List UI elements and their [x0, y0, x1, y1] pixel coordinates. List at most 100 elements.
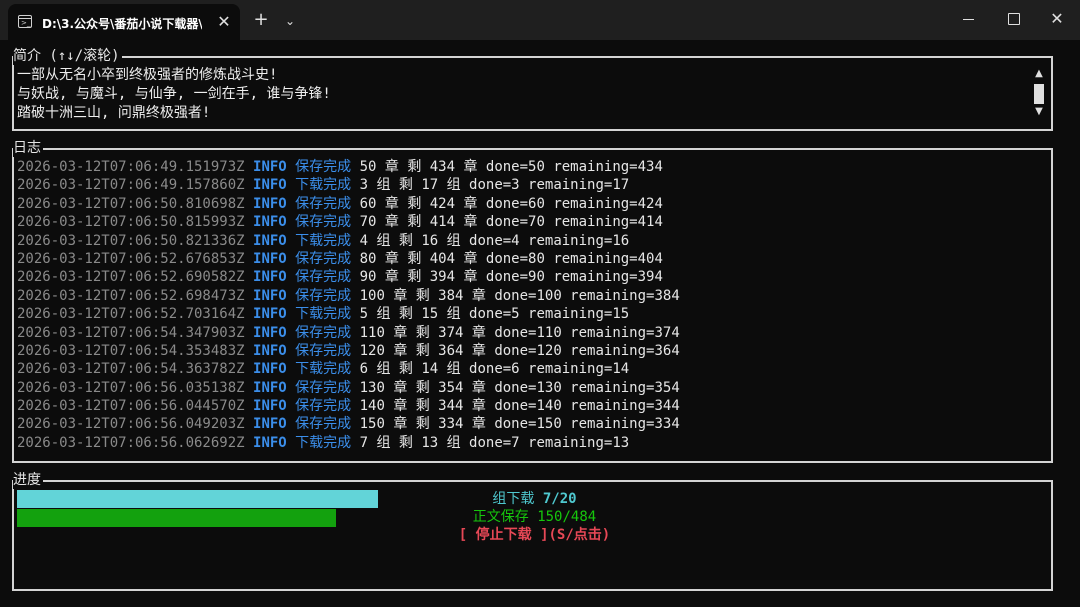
chapter-save-status: 正文保存 150/484 — [14, 508, 1055, 527]
log-message: 7 组 剩 13 组 done=7 remaining=13 — [359, 434, 630, 451]
log-message: 6 组 剩 14 组 done=6 remaining=14 — [359, 361, 630, 378]
log-message: 100 章 剩 384 章 done=100 remaining=384 — [359, 287, 680, 304]
log-message: 80 章 剩 404 章 done=80 remaining=404 — [359, 250, 663, 267]
log-event: 保存完成 — [295, 379, 352, 396]
log-entry: 2026-03-12T07:06:56.049203Z INFO 保存完成 15… — [17, 415, 1047, 433]
log-timestamp: 2026-03-12T07:06:49.151973Z — [17, 159, 245, 175]
log-panel: 日志 2026-03-12T07:06:49.151973Z INFO 保存完成… — [12, 139, 1053, 463]
log-timestamp: 2026-03-12T07:06:56.044570Z — [17, 398, 245, 415]
log-timestamp: 2026-03-12T07:06:50.810698Z — [17, 195, 245, 212]
log-message: 110 章 剩 374 章 done=110 remaining=374 — [359, 324, 680, 341]
log-entry: 2026-03-12T07:06:49.157860Z INFO 下载完成 3 … — [17, 176, 1047, 194]
intro-scrollbar[interactable]: ▲ ▼ — [1033, 68, 1045, 120]
title-bar: >_ D:\3.公众号\番茄小说下载器\ ✕ + ⌄ ✕ — [0, 0, 1080, 40]
log-level: INFO — [253, 250, 287, 267]
log-entry: 2026-03-12T07:06:52.690582Z INFO 保存完成 90… — [17, 268, 1047, 286]
log-message: 3 组 剩 17 组 done=3 remaining=17 — [359, 177, 630, 194]
log-level: INFO — [253, 416, 287, 433]
log-message: 5 组 剩 15 组 done=5 remaining=15 — [359, 306, 630, 323]
log-event: 下载完成 — [295, 232, 352, 249]
group-download-value: 7/20 — [542, 491, 577, 507]
tab-title: D:\3.公众号\番茄小说下载器\ — [42, 17, 202, 31]
log-event: 保存完成 — [295, 250, 352, 267]
log-timestamp: 2026-03-12T07:06:50.821336Z — [17, 232, 245, 249]
log-level: INFO — [253, 361, 287, 378]
terminal-icon: >_ — [18, 15, 32, 28]
log-level: INFO — [253, 434, 287, 451]
log-level: INFO — [253, 214, 287, 231]
log-entry: 2026-03-12T07:06:54.353483Z INFO 保存完成 12… — [17, 342, 1047, 360]
stop-download-button[interactable]: [ 停止下载 ](S/点击) — [14, 526, 1055, 545]
log-level: INFO — [253, 159, 287, 175]
log-message: 50 章 剩 434 章 done=50 remaining=434 — [359, 159, 663, 175]
log-event: 保存完成 — [295, 214, 352, 231]
maximize-button[interactable] — [990, 0, 1036, 38]
scrollbar-thumb[interactable] — [1034, 84, 1044, 104]
log-entry: 2026-03-12T07:06:49.151973Z INFO 保存完成 50… — [17, 158, 1047, 176]
scroll-up-icon[interactable]: ▲ — [1033, 68, 1045, 80]
log-timestamp: 2026-03-12T07:06:56.049203Z — [17, 416, 245, 433]
log-timestamp: 2026-03-12T07:06:49.157860Z — [17, 177, 245, 194]
intro-line: 一部从无名小卒到终极强者的修炼战斗史! — [17, 67, 278, 83]
log-entry: 2026-03-12T07:06:54.363782Z INFO 下载完成 6 … — [17, 360, 1047, 378]
log-timestamp: 2026-03-12T07:06:54.347903Z — [17, 324, 245, 341]
close-window-button[interactable]: ✕ — [1034, 0, 1080, 38]
log-timestamp: 2026-03-12T07:06:52.676853Z — [17, 250, 245, 267]
group-download-status: 组下载 7/20 — [14, 490, 1055, 509]
log-timestamp: 2026-03-12T07:06:56.062692Z — [17, 434, 245, 451]
terminal-tab[interactable]: >_ D:\3.公众号\番茄小说下载器\ ✕ — [8, 4, 240, 40]
log-level: INFO — [253, 342, 287, 359]
group-download-label: 组下载 — [492, 491, 535, 507]
log-level: INFO — [253, 379, 287, 396]
log-event: 保存完成 — [295, 342, 352, 359]
intro-text: 一部从无名小卒到终极强者的修炼战斗史! 与妖战, 与魔斗, 与仙争, 一剑在手,… — [17, 66, 1027, 123]
log-event: 下载完成 — [295, 361, 352, 378]
log-message: 150 章 剩 334 章 done=150 remaining=334 — [359, 416, 680, 433]
log-timestamp: 2026-03-12T07:06:50.815993Z — [17, 214, 245, 231]
log-message: 4 组 剩 16 组 done=4 remaining=16 — [359, 232, 630, 249]
log-event: 保存完成 — [295, 324, 352, 341]
close-tab-icon[interactable]: ✕ — [214, 12, 234, 32]
log-entry: 2026-03-12T07:06:52.676853Z INFO 保存完成 80… — [17, 250, 1047, 268]
log-list: 2026-03-12T07:06:49.151973Z INFO 保存完成 50… — [17, 158, 1047, 452]
log-level: INFO — [253, 306, 287, 323]
intro-line: 踏破十洲三山, 问鼎终极强者! — [17, 105, 211, 121]
scroll-down-icon[interactable]: ▼ — [1033, 106, 1045, 118]
log-event: 下载完成 — [295, 306, 352, 323]
intro-line: 与妖战, 与魔斗, 与仙争, 一剑在手, 谁与争锋! — [17, 86, 331, 102]
log-entry: 2026-03-12T07:06:56.035138Z INFO 保存完成 13… — [17, 379, 1047, 397]
log-entry: 2026-03-12T07:06:56.044570Z INFO 保存完成 14… — [17, 397, 1047, 415]
chapter-save-value: 150/484 — [537, 509, 597, 525]
log-event: 下载完成 — [295, 434, 352, 451]
log-level: INFO — [253, 177, 287, 194]
log-timestamp: 2026-03-12T07:06:52.698473Z — [17, 287, 245, 304]
log-message: 120 章 剩 364 章 done=120 remaining=364 — [359, 342, 680, 359]
log-message: 140 章 剩 344 章 done=140 remaining=344 — [359, 398, 680, 415]
log-timestamp: 2026-03-12T07:06:54.363782Z — [17, 361, 245, 378]
log-level: INFO — [253, 269, 287, 286]
minimize-button[interactable] — [945, 0, 991, 38]
new-tab-icon[interactable]: + — [250, 10, 272, 32]
log-timestamp: 2026-03-12T07:06:52.703164Z — [17, 306, 245, 323]
log-message: 90 章 剩 394 章 done=90 remaining=394 — [359, 269, 663, 286]
intro-panel-label: 简介 (↑↓/滚轮) — [13, 47, 122, 65]
log-entry: 2026-03-12T07:06:52.698473Z INFO 保存完成 10… — [17, 287, 1047, 305]
log-entry: 2026-03-12T07:06:54.347903Z INFO 保存完成 11… — [17, 324, 1047, 342]
log-event: 保存完成 — [295, 416, 352, 433]
log-level: INFO — [253, 195, 287, 212]
log-event: 保存完成 — [295, 287, 352, 304]
log-message: 130 章 剩 354 章 done=130 remaining=354 — [359, 379, 680, 396]
chevron-down-icon[interactable]: ⌄ — [280, 10, 300, 32]
log-timestamp: 2026-03-12T07:06:52.690582Z — [17, 269, 245, 286]
log-event: 保存完成 — [295, 195, 352, 212]
log-event: 下载完成 — [295, 177, 352, 194]
log-event: 保存完成 — [295, 398, 352, 415]
log-level: INFO — [253, 287, 287, 304]
log-entry: 2026-03-12T07:06:56.062692Z INFO 下载完成 7 … — [17, 434, 1047, 452]
progress-panel: 进度 组下载 7/20 正文保存 150/484 [ 停止下载 ](S/点击) — [12, 471, 1055, 591]
log-entry: 2026-03-12T07:06:50.821336Z INFO 下载完成 4 … — [17, 232, 1047, 250]
intro-panel[interactable]: 简介 (↑↓/滚轮) 一部从无名小卒到终极强者的修炼战斗史! 与妖战, 与魔斗,… — [12, 47, 1053, 131]
log-level: INFO — [253, 232, 287, 249]
log-timestamp: 2026-03-12T07:06:56.035138Z — [17, 379, 245, 396]
log-entry: 2026-03-12T07:06:52.703164Z INFO 下载完成 5 … — [17, 305, 1047, 323]
